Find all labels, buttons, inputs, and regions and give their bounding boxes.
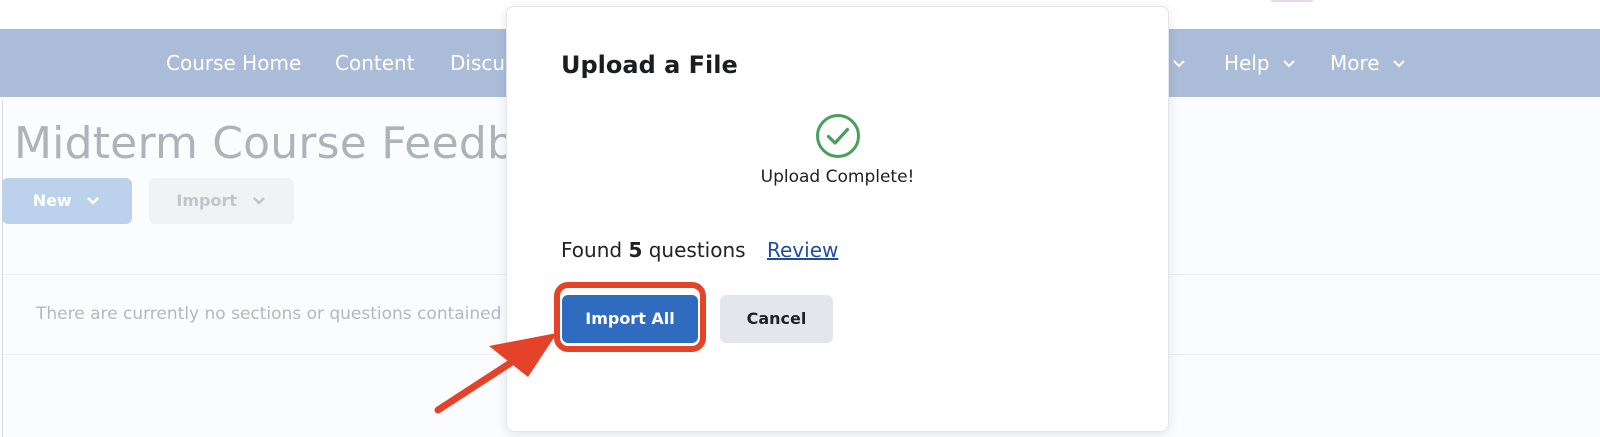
nav-item-course-home[interactable]: Course Home	[166, 29, 301, 97]
nav-item-content[interactable]: Content	[335, 29, 415, 97]
empty-state-message: There are currently no sections or quest…	[36, 304, 546, 324]
dialog-title: Upload a File	[561, 51, 738, 79]
found-suffix: questions	[648, 238, 746, 262]
upload-file-dialog: Upload a File Upload Complete! Found 5 q…	[506, 6, 1169, 432]
nav-item-label: More	[1330, 51, 1380, 75]
import-button-label: Import	[176, 191, 238, 210]
chevron-down-icon	[1283, 60, 1295, 68]
upload-status-text: Upload Complete!	[760, 167, 915, 187]
chevron-down-icon	[252, 197, 265, 205]
divider	[2, 101, 3, 437]
import-all-button[interactable]: Import All	[562, 295, 698, 343]
page-title: Midterm Course Feedbac	[14, 118, 567, 169]
found-questions-text: Found 5 questions	[561, 238, 746, 262]
import-button[interactable]: Import	[149, 178, 294, 224]
review-link[interactable]: Review	[767, 238, 838, 262]
chevron-down-icon	[1393, 60, 1405, 68]
found-prefix: Found	[561, 238, 623, 262]
new-button-label: New	[32, 191, 72, 210]
cancel-button[interactable]: Cancel	[720, 295, 833, 343]
nav-item-label: Content	[335, 51, 415, 75]
found-count: 5	[628, 238, 643, 262]
new-button[interactable]: New	[2, 178, 132, 224]
chevron-down-icon	[1173, 60, 1185, 68]
nav-item-more[interactable]: More	[1330, 29, 1407, 97]
nav-item-label: Course Home	[166, 51, 302, 75]
nav-item-label: Help	[1224, 51, 1270, 75]
nav-item-hidden-menu[interactable]	[1166, 29, 1187, 97]
nav-item-help[interactable]: Help	[1224, 29, 1297, 97]
check-circle-icon	[816, 114, 860, 158]
chevron-down-icon	[87, 197, 100, 205]
user-avatar[interactable]	[1270, 0, 1314, 2]
